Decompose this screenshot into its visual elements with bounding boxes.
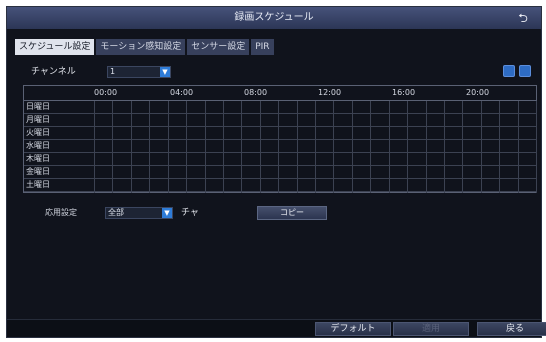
- grid-line: [443, 101, 445, 193]
- day-row[interactable]: 月曜日: [24, 114, 536, 127]
- day-label: 土曜日: [26, 180, 50, 189]
- grid-line: [186, 101, 188, 193]
- grid-line: [315, 101, 316, 193]
- schedule-cells[interactable]: 日曜日 月曜日 火曜日 水曜日 木曜日 金曜日 土曜日: [24, 100, 537, 193]
- tab-sensor-settings[interactable]: センサー設定: [187, 39, 250, 55]
- window-title: 録画スケジュール: [234, 12, 314, 23]
- tab-motion-settings[interactable]: モーション感知設定: [96, 39, 186, 55]
- grid-line: [517, 101, 519, 193]
- schedule-window: 録画スケジュール ⮌ スケジュール設定 モーション感知設定 センサー設定 PIR…: [6, 6, 546, 338]
- day-row[interactable]: 水曜日: [24, 140, 536, 153]
- time-label: 12:00: [318, 88, 342, 97]
- time-label: 20:00: [466, 88, 490, 97]
- grid-line: [536, 101, 537, 193]
- schedule-grid[interactable]: 00:00 04:00 08:00 12:00 16:00 20:00 日曜日 …: [23, 85, 537, 193]
- grid-line: [222, 101, 224, 193]
- grid-line: [351, 101, 353, 193]
- day-row[interactable]: 土曜日: [24, 179, 536, 192]
- grid-line: [480, 101, 482, 193]
- day-label: 木曜日: [26, 154, 50, 163]
- settings-icon[interactable]: [503, 65, 515, 77]
- tab-pir[interactable]: PIR: [251, 39, 274, 55]
- grid-line: [333, 101, 335, 193]
- time-label: 16:00: [392, 88, 416, 97]
- grid-line: [296, 101, 298, 193]
- apply-target-value: 全部: [108, 208, 124, 217]
- apply-row: 応用設定 全部 ▼ チャ コピー: [45, 206, 445, 220]
- chevron-down-icon: ▼: [160, 67, 170, 77]
- apply-target-select[interactable]: 全部 ▼: [105, 207, 173, 219]
- apply-button[interactable]: 適用: [393, 322, 469, 336]
- grid-line: [388, 101, 390, 193]
- edit-icon[interactable]: [519, 65, 531, 77]
- chevron-down-icon: ▼: [162, 208, 172, 218]
- grid-line: [462, 101, 464, 193]
- day-row[interactable]: 木曜日: [24, 153, 536, 166]
- channel-row: チャンネル 1 ▼: [31, 65, 531, 79]
- time-label: 04:00: [170, 88, 194, 97]
- grid-line: [204, 101, 206, 193]
- grid-line: [407, 101, 409, 193]
- tab-bar: スケジュール設定 モーション感知設定 センサー設定 PIR: [15, 39, 276, 55]
- grid-line: [112, 101, 114, 193]
- return-button[interactable]: 戻る: [477, 322, 546, 336]
- day-label: 日曜日: [26, 102, 50, 111]
- grid-line: [94, 101, 95, 193]
- day-label: 月曜日: [26, 115, 50, 124]
- grid-line: [149, 101, 151, 193]
- grid-line: [499, 101, 501, 193]
- day-row[interactable]: 日曜日: [24, 101, 536, 114]
- footer-bar: デフォルト 適用 戻る: [7, 319, 546, 337]
- grid-line: [278, 101, 280, 193]
- tab-schedule-settings[interactable]: スケジュール設定: [15, 39, 95, 55]
- grid-line: [167, 101, 169, 193]
- channel-select[interactable]: 1 ▼: [107, 66, 171, 78]
- channel-value: 1: [110, 67, 116, 76]
- channel-suffix-label: チャ: [181, 208, 199, 218]
- default-button[interactable]: デフォルト: [315, 322, 391, 336]
- apply-setting-label: 応用設定: [45, 208, 77, 217]
- return-arrow-icon[interactable]: ⮌: [515, 10, 531, 26]
- title-bar: 録画スケジュール ⮌: [7, 7, 541, 29]
- day-label: 火曜日: [26, 128, 50, 137]
- grid-line: [130, 101, 132, 193]
- grid-line: [370, 101, 372, 193]
- channel-label: チャンネル: [31, 67, 76, 77]
- time-header: 00:00 04:00 08:00 12:00 16:00 20:00: [24, 86, 536, 100]
- grid-line: [425, 101, 427, 193]
- day-label: 金曜日: [26, 167, 50, 176]
- day-row[interactable]: 金曜日: [24, 166, 536, 179]
- day-label: 水曜日: [26, 141, 50, 150]
- grid-line: [259, 101, 261, 193]
- copy-button[interactable]: コピー: [257, 206, 327, 220]
- day-row[interactable]: 火曜日: [24, 127, 536, 140]
- time-label: 08:00: [244, 88, 268, 97]
- grid-line: [241, 101, 243, 193]
- time-label: 00:00: [94, 88, 118, 97]
